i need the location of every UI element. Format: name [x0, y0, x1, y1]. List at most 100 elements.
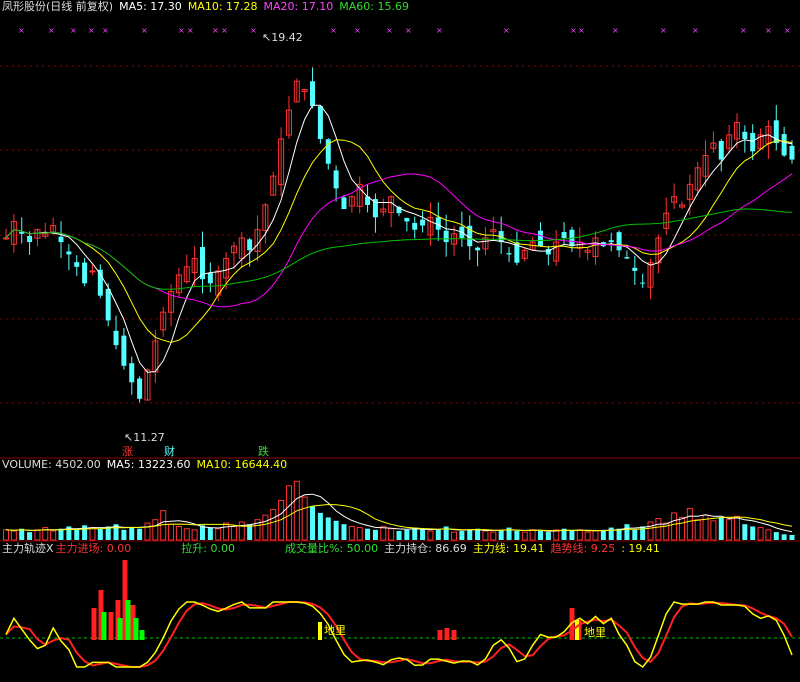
stock-chart-svg[interactable]: × × × × × × × × × × × × × × × × × × × × × × × × × [0, 0, 800, 682]
lift-bar [125, 600, 131, 640]
volume-bar-up [451, 531, 458, 541]
candle-body-down [74, 262, 80, 267]
signal-marker: × [212, 26, 219, 35]
candle-body-down [750, 132, 756, 152]
volume-bar-up [262, 514, 269, 541]
dili-marker-2: 地里 [584, 626, 606, 639]
signal-marker: × [405, 26, 412, 35]
candle-body-down [317, 106, 323, 139]
entry-bar [437, 630, 443, 640]
volume-bar-down [121, 529, 127, 540]
candle-body-down [66, 251, 72, 255]
volume-bar-down [310, 506, 316, 540]
signal-marker: × [187, 26, 194, 35]
volume-bar-down [514, 530, 520, 540]
candle-body-down [443, 230, 449, 243]
volume-bar-down [750, 526, 756, 540]
volume-bar-down [475, 528, 481, 540]
volume-bar-down [773, 532, 779, 540]
volume-bar-down [341, 524, 347, 540]
signal-marker: × [578, 26, 585, 35]
entry-bar [91, 608, 97, 640]
signal-marker: × [70, 26, 77, 35]
signal-marker: × [570, 26, 577, 35]
volume-bar-up [733, 515, 740, 541]
volume-bar-up [175, 525, 182, 541]
candle-body-down [608, 240, 614, 243]
candle-body-down [624, 257, 630, 259]
volume-bar-up [230, 525, 237, 541]
volume-bar-up [710, 520, 717, 541]
candle-body-down [333, 170, 339, 189]
volume-bar-down [624, 524, 630, 540]
candle-body-down [207, 273, 213, 284]
volume-bar-up [34, 529, 41, 541]
volume-bar-up [356, 527, 363, 541]
signal-marker: × [102, 26, 109, 35]
signal-marker: × [765, 26, 772, 35]
candle-body-down [789, 145, 795, 160]
signal-marker: × [692, 26, 699, 35]
candle-body-down [247, 239, 253, 251]
high-annotation: ↖19.42 [262, 31, 303, 44]
volume-bar-down [137, 528, 143, 540]
indicator-lines [0, 560, 800, 669]
die-marker: 跌 [258, 445, 269, 458]
signal-markers: × × × × × × × × × × × × × × × × × × × × × × × × × [18, 26, 791, 35]
candle-body-up [3, 237, 9, 240]
volume-bar-up [686, 507, 693, 541]
signal-marker: × [141, 26, 148, 35]
signal-marker: × [178, 26, 185, 35]
volume-bar-up [301, 496, 308, 541]
volume-bar-down [467, 529, 473, 540]
volume-bar-down [58, 528, 64, 540]
volume-bar-up [592, 530, 599, 541]
signal-marker: × [88, 26, 95, 35]
volume-bar-up [765, 529, 772, 541]
volume-bar-up [50, 530, 57, 541]
volume-bar-down [27, 532, 33, 540]
candle-body-down [561, 231, 567, 238]
volume-bar-up [168, 523, 175, 541]
dili-marker-1: 地里 [324, 624, 346, 637]
candle-body-down [632, 267, 638, 271]
candle-body-down [616, 232, 622, 251]
volume-bar-down [545, 532, 551, 540]
volume-bar-up [270, 509, 277, 541]
volume-bar-up [285, 485, 292, 541]
volume-bar-up [482, 530, 489, 541]
volume-bar-up [647, 521, 654, 541]
cai-marker: 财 [164, 445, 175, 458]
candle-body-down [781, 134, 787, 156]
volume-bar-up [144, 522, 151, 541]
candle-body-down [129, 363, 135, 383]
candle-body-down [475, 247, 481, 251]
zhang-marker: 涨 [122, 445, 133, 458]
volume-bar-down [789, 534, 795, 540]
volume-bar-down [97, 528, 103, 540]
signal-marker: × [503, 26, 510, 35]
volume-bar-down [412, 527, 418, 540]
volume-bar-down [404, 529, 410, 540]
lift-bar [139, 630, 145, 640]
volume-bar-down [435, 529, 441, 540]
volume-bar-up [388, 528, 395, 541]
signal-marker: × [612, 26, 619, 35]
volume-bar-down [420, 528, 426, 540]
volume-bar-down [781, 534, 787, 540]
lift-bar [133, 618, 139, 640]
volume-bar-up [238, 521, 245, 541]
volume-bar-down [74, 529, 80, 540]
candle-body-down [742, 131, 748, 139]
volume-bar-up [152, 519, 159, 541]
volume-bar-up [678, 516, 685, 541]
volume-bar-down [207, 527, 213, 540]
ma10-line [5, 139, 793, 343]
signal-marker: × [784, 26, 791, 35]
signal-marker: × [250, 26, 257, 35]
volume-bar-up [191, 529, 198, 541]
volume-bar-up [427, 530, 434, 541]
high-value: 19.42 [271, 31, 303, 44]
candle-body-down [404, 218, 410, 222]
volume-bar-down [325, 517, 331, 540]
